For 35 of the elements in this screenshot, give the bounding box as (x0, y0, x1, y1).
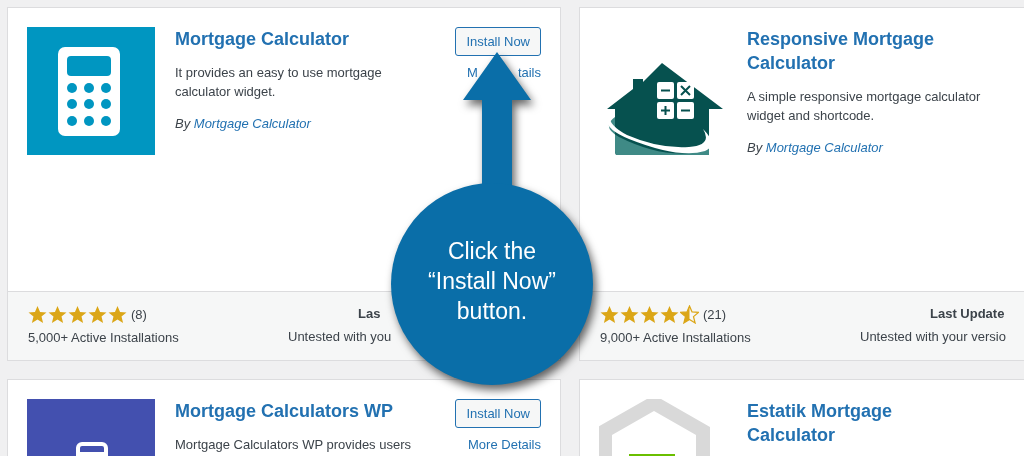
install-now-button[interactable]: Install Now (455, 27, 541, 56)
star-icon (48, 304, 67, 324)
last-updated-label: Last Update (930, 306, 1005, 321)
plugin-title-link[interactable]: Estatik Mortgage Calculator (747, 399, 972, 447)
more-details-link[interactable]: tails (517, 65, 541, 80)
active-installations: 9,000+ Active Installations (600, 330, 752, 345)
star-icon (88, 304, 107, 324)
more-details-link[interactable]: M (467, 65, 478, 80)
calculator-icon (27, 27, 155, 155)
author-label: By (175, 116, 191, 131)
rating-count: (8) (131, 306, 147, 322)
plugin-title-link[interactable]: Responsive Mortgage Calculator (747, 27, 972, 75)
compatibility-note: Untested with you (288, 329, 392, 344)
callout-text: Click the “Install Now” button. (427, 237, 557, 326)
plugin-description: Mortgage Calculators WP provides users (175, 436, 413, 454)
author-label: By (747, 140, 763, 155)
author-link[interactable]: Mortgage Calculator (193, 116, 311, 131)
compatibility-note: Untested with your versio (860, 329, 1006, 344)
star-icon (68, 304, 87, 324)
active-installations: 5,000+ Active Installations (28, 330, 180, 345)
half-star-icon (680, 304, 699, 324)
star-icon (640, 304, 659, 324)
author-link[interactable]: Mortgage Calculator (765, 140, 883, 155)
more-details-link[interactable]: More Details (468, 437, 541, 452)
plugin-title-link[interactable]: Mortgage Calculator (175, 27, 400, 51)
star-icon (600, 304, 619, 324)
plugin-description: A simple responsive mortgage calculator widget and shortcode. (747, 88, 982, 125)
star-icon (28, 304, 47, 324)
star-icon (108, 304, 127, 324)
rating-count: (21) (703, 306, 727, 322)
plugin-description: It provides an easy to use mortgage calculator widget. (175, 64, 383, 101)
last-updated-label: Las (358, 306, 381, 321)
install-now-button[interactable]: Install Now (455, 399, 541, 428)
plugin-title-link[interactable]: Mortgage Calculators WP (175, 399, 400, 423)
star-icon (620, 304, 639, 324)
